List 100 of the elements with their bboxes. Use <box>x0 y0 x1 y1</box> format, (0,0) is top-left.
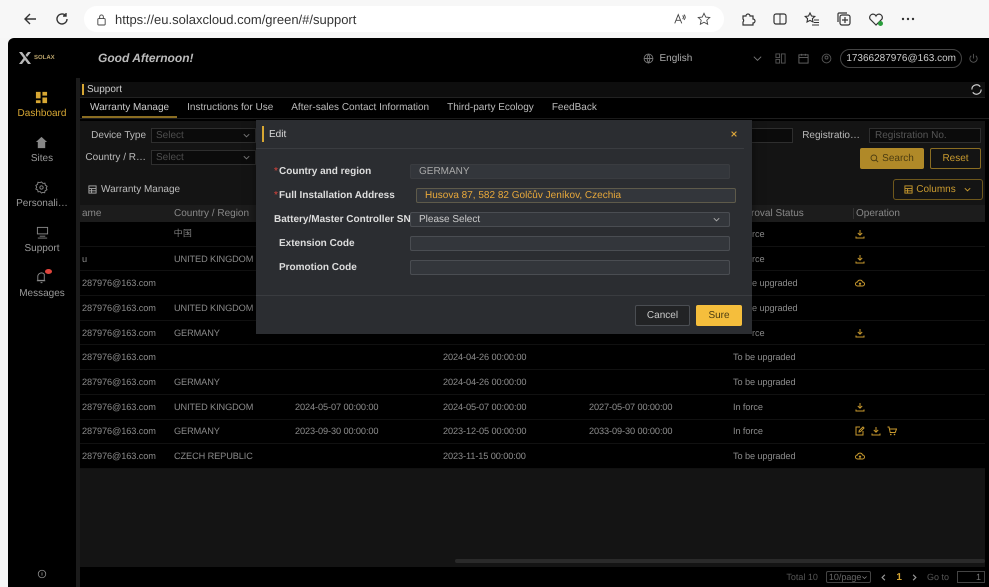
power-icon[interactable] <box>968 52 979 64</box>
download-icon[interactable] <box>855 328 865 338</box>
table-cell: To be upgraded <box>733 352 796 362</box>
filter-label: Device Type <box>90 130 146 140</box>
table-cell: To be upgraded <box>733 376 796 387</box>
field-label: Promotion Code <box>279 262 357 272</box>
column-header: Operation <box>853 208 985 219</box>
reset-button[interactable]: Reset <box>930 148 981 169</box>
sidebar-item[interactable]: Messages <box>19 262 65 307</box>
table-cell: To be upgraded <box>733 451 796 462</box>
dashboard-icon <box>35 90 48 104</box>
language-selector[interactable]: English <box>660 52 692 64</box>
favorites-icon[interactable] <box>804 11 820 27</box>
tab[interactable]: FeedBack <box>544 98 605 118</box>
puzzle-icon[interactable] <box>740 11 756 27</box>
split-screen-icon[interactable] <box>772 11 788 27</box>
monitor-icon <box>36 226 48 238</box>
page-number[interactable]: 1 <box>896 572 902 582</box>
table-cell: 2024-05-07 00:00:00 <box>443 402 526 412</box>
star-icon[interactable] <box>697 12 711 26</box>
tab[interactable]: Third-party Ecology <box>439 98 542 118</box>
cart-icon[interactable] <box>887 426 897 436</box>
field-label: Battery/Master Controller SN <box>274 214 411 224</box>
layout-icon[interactable] <box>775 52 786 64</box>
filter-label: Country / R… <box>84 152 146 162</box>
sure-button[interactable]: Sure <box>696 304 742 326</box>
info-icon[interactable] <box>37 569 47 579</box>
table-cell: UNITED KINGDOM <box>174 402 254 412</box>
calendar-icon[interactable] <box>798 52 810 64</box>
table-cell: GERMANY <box>174 328 220 338</box>
tab[interactable]: Instructions for Use <box>179 98 282 118</box>
refresh-icon[interactable] <box>54 11 70 27</box>
table-cell: 2033-09-30 00:00:00 <box>589 426 672 436</box>
table-cell: 287976@163.com <box>82 376 156 387</box>
cloud-upload-icon[interactable] <box>855 278 865 288</box>
cloud-upload-icon[interactable] <box>855 451 865 462</box>
edit-icon[interactable] <box>855 426 865 436</box>
field-label: Full Installation Address <box>279 190 395 200</box>
dialog-title: Edit <box>269 128 286 140</box>
download-icon[interactable] <box>855 254 865 264</box>
table-cell: 287976@163.com <box>82 426 156 436</box>
heart-icon[interactable] <box>868 11 884 27</box>
table-cell: CZECH REPUBLIC <box>174 451 253 462</box>
table-cell: e upgraded <box>752 278 798 288</box>
close-button[interactable] <box>730 130 738 138</box>
table-cell: 2024-04-26 00:00:00 <box>443 352 526 362</box>
filter-label: Registratio… <box>802 130 860 140</box>
input-field[interactable]: Husova 87, 582 82 Golčův Jeníkov, Czechia <box>416 188 736 202</box>
collections-icon[interactable] <box>836 11 852 27</box>
table-cell: rce <box>752 228 764 239</box>
tab[interactable]: After-sales Contact Information <box>283 98 438 118</box>
section-title: Warranty Manage <box>101 184 180 194</box>
table-cell: 287976@163.com <box>82 328 156 338</box>
cancel-button[interactable]: Cancel <box>635 304 690 326</box>
chevron-down-icon <box>861 574 868 580</box>
table-cell: In force <box>733 402 763 412</box>
field-label: Extension Code <box>279 238 355 248</box>
table-cell: 287976@163.com <box>82 352 156 362</box>
required-mark: * <box>274 190 279 200</box>
download-icon[interactable] <box>855 228 865 239</box>
table-cell: 287976@163.com <box>82 451 156 462</box>
table-cell: e upgraded <box>752 302 798 313</box>
table-cell: 2023-12-05 00:00:00 <box>443 426 526 436</box>
sidebar-item[interactable]: Dashboard <box>18 82 66 127</box>
page-size-select[interactable]: 10/page <box>826 571 872 583</box>
select-field[interactable]: Please Select <box>410 212 730 226</box>
column-header: Country / Region <box>173 208 250 219</box>
refresh-icon[interactable] <box>970 83 983 96</box>
table-cell: UNITED KINGDOM <box>174 302 254 313</box>
registration-field[interactable]: Registration No. <box>869 128 981 142</box>
lock-icon <box>96 12 107 26</box>
account-pill[interactable]: 17366287976@163.com <box>840 48 962 68</box>
home-icon <box>35 136 48 148</box>
table-cell: 2027-05-07 00:00:00 <box>589 402 672 412</box>
back-icon[interactable] <box>22 11 38 27</box>
input-field[interactable] <box>410 260 730 274</box>
avatar-icon[interactable] <box>821 52 832 64</box>
sidebar-item[interactable]: Support <box>24 217 60 262</box>
sidebar-item[interactable]: Sites <box>30 127 54 172</box>
total-count: Total 10 <box>786 572 818 582</box>
table-cell: 2024-05-07 00:00:00 <box>295 402 378 412</box>
download-icon[interactable] <box>855 402 865 412</box>
table-icon <box>904 184 914 194</box>
address-bar[interactable]: https://eu.solaxcloud.com/green/#/support <box>84 6 724 32</box>
download-icon[interactable] <box>871 426 881 436</box>
logo-icon <box>18 51 32 65</box>
table-cell: 中国 <box>174 228 192 238</box>
table-cell: GERMANY <box>174 426 220 436</box>
sidebar-item[interactable]: Personali… <box>16 172 68 217</box>
greeting: Good Afternoon! <box>98 51 194 65</box>
input-field[interactable] <box>410 236 730 250</box>
tab[interactable]: Warranty Manage <box>82 98 178 118</box>
column-header: ame <box>81 208 102 219</box>
goto-field[interactable]: 1 <box>957 571 985 583</box>
table-cell: 287976@163.com <box>82 278 156 288</box>
breadcrumb[interactable]: Support <box>87 84 122 95</box>
read-aloud-icon[interactable] <box>673 12 687 26</box>
table-cell: 2024-04-26 00:00:00 <box>443 376 526 387</box>
table-cell: rce <box>752 328 764 338</box>
columns-button[interactable]: Columns <box>893 178 983 200</box>
